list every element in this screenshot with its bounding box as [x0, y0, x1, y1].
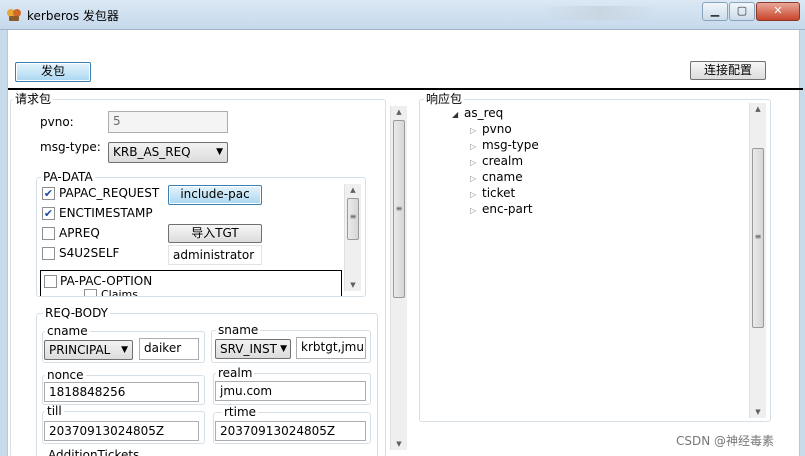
response-group-label: 响应包: [424, 92, 465, 106]
pvno-input[interactable]: 5: [108, 111, 228, 133]
close-icon: ✕: [773, 4, 783, 17]
nonce-label: nonce: [45, 368, 86, 382]
tree-collapsed-icon: ▷: [470, 174, 477, 183]
sname-label: sname: [216, 323, 261, 337]
tree-node-label: ticket: [482, 186, 516, 200]
include-pac-button[interactable]: include-pac: [168, 185, 262, 205]
papac-request-label: PAPAC_REQUEST: [59, 186, 160, 200]
pac-option-label: PA-PAC-OPTION: [60, 274, 153, 288]
scroll-down-icon[interactable]: ▼: [391, 438, 407, 450]
tree-collapsed-icon: ▷: [470, 158, 477, 167]
tree-node-msg-type[interactable]: ▷ msg-type: [470, 138, 539, 152]
tree-collapsed-icon: ▷: [470, 190, 477, 199]
tree-node-label: enc-part: [482, 202, 533, 216]
grip-icon: ≡: [349, 212, 357, 221]
scroll-down-icon[interactable]: ▼: [345, 279, 361, 291]
close-button[interactable]: ✕: [756, 2, 800, 21]
response-scrollbar[interactable]: ▲ ≡ ▼: [749, 103, 766, 418]
tree-node-enc-part[interactable]: ▷ enc-part: [470, 202, 533, 216]
watermark: CSDN @神经毒素: [676, 434, 775, 448]
cname-input[interactable]: daiker: [139, 338, 199, 360]
tree-node-pvno[interactable]: ▷ pvno: [470, 122, 512, 136]
s4u2self-label: S4U2SELF: [59, 246, 120, 260]
rtime-input[interactable]: 20370913024805Z: [215, 421, 366, 441]
addition-tickets-label: AdditionTickets: [48, 448, 140, 456]
tree-node-label: cname: [482, 170, 523, 184]
sname-input[interactable]: krbtgt,jmu: [296, 337, 366, 359]
msgtype-select[interactable]: KRB_AS_REQ ▼: [108, 142, 228, 163]
padata-scrollbar[interactable]: ▲ ≡ ▼: [344, 184, 361, 291]
tree-collapsed-icon: ▷: [470, 126, 477, 135]
minimize-icon: ▁: [710, 4, 720, 17]
sname-type-value: SRV_INST: [220, 342, 277, 356]
connect-config-button[interactable]: 连接配置: [690, 61, 766, 80]
request-scroll-thumb[interactable]: ≡: [393, 120, 405, 298]
request-group-label: 请求包: [13, 92, 54, 106]
msgtype-label: msg-type:: [40, 140, 101, 154]
titlebar-blurred-text: [540, 6, 660, 20]
pac-sub-checkbox[interactable]: [84, 289, 97, 296]
nonce-input[interactable]: 1818848256: [44, 382, 199, 402]
chevron-down-icon: ▼: [216, 147, 223, 157]
tree-collapsed-icon: ▷: [470, 142, 477, 151]
tree-node-label: msg-type: [482, 138, 539, 152]
pac-option-checkbox[interactable]: [44, 275, 57, 288]
minimize-button[interactable]: ▁: [702, 2, 728, 21]
enctimestamp-checkbox[interactable]: ✔: [42, 207, 55, 220]
tree-root-label: as_req: [464, 106, 504, 120]
user-input[interactable]: administrator: [168, 245, 262, 265]
request-scrollbar[interactable]: ▲ ≡ ▼: [390, 106, 407, 450]
scroll-up-icon[interactable]: ▲: [750, 103, 766, 115]
cname-label: cname: [45, 324, 90, 338]
maximize-button[interactable]: ▢: [729, 2, 755, 21]
tree-node-cname[interactable]: ▷ cname: [470, 170, 523, 184]
sname-type-select[interactable]: SRV_INST ▼: [215, 339, 291, 359]
chevron-down-icon: ▼: [280, 344, 287, 354]
title-bar: [0, 0, 805, 30]
tree-collapsed-icon: ▷: [470, 206, 477, 215]
scroll-up-icon[interactable]: ▲: [345, 184, 361, 196]
maximize-icon: ▢: [736, 4, 748, 17]
papac-request-checkbox[interactable]: ✔: [42, 187, 55, 200]
till-input[interactable]: 20370913024805Z: [44, 421, 199, 441]
send-button[interactable]: 发包: [15, 62, 91, 82]
till-label: till: [45, 404, 64, 418]
msgtype-value: KRB_AS_REQ: [113, 145, 191, 159]
scroll-down-icon[interactable]: ▼: [750, 406, 766, 418]
tree-node-label: pvno: [482, 122, 512, 136]
response-scroll-thumb[interactable]: ≡: [752, 148, 764, 328]
chevron-down-icon: ▼: [121, 345, 128, 355]
toolbar-separator: [8, 88, 803, 90]
pvno-label: pvno:: [40, 115, 74, 129]
pac-sub-label: Claims: [101, 288, 138, 296]
enctimestamp-label: ENCTIMESTAMP: [59, 206, 153, 220]
rtime-label: rtime: [222, 405, 259, 419]
tree-node-ticket[interactable]: ▷ ticket: [470, 186, 515, 200]
tree-node-label: crealm: [482, 154, 524, 168]
realm-input[interactable]: jmu.com: [215, 381, 366, 401]
s4u2self-checkbox[interactable]: [42, 247, 55, 260]
tree-root-node[interactable]: ◢ as_req: [452, 106, 503, 120]
cname-type-value: PRINCIPAL: [49, 343, 111, 357]
app-icon: [6, 7, 22, 23]
grip-icon: ≡: [395, 204, 403, 213]
import-tgt-button[interactable]: 导入TGT: [168, 224, 262, 243]
padata-scroll-thumb[interactable]: ≡: [347, 198, 359, 240]
apreq-checkbox[interactable]: [42, 227, 55, 240]
padata-label: PA-DATA: [41, 170, 95, 184]
reqbody-label: REQ-BODY: [43, 306, 110, 320]
pac-option-box: PA-PAC-OPTION Claims: [40, 270, 342, 296]
scroll-up-icon[interactable]: ▲: [391, 106, 407, 118]
apreq-label: APREQ: [59, 226, 100, 240]
window-title: kerberos 发包器: [27, 9, 119, 23]
cname-type-select[interactable]: PRINCIPAL ▼: [44, 340, 133, 360]
tree-node-crealm[interactable]: ▷ crealm: [470, 154, 523, 168]
tree-expanded-icon: ◢: [452, 110, 459, 119]
grip-icon: ≡: [754, 232, 762, 241]
realm-label: realm: [216, 366, 255, 380]
